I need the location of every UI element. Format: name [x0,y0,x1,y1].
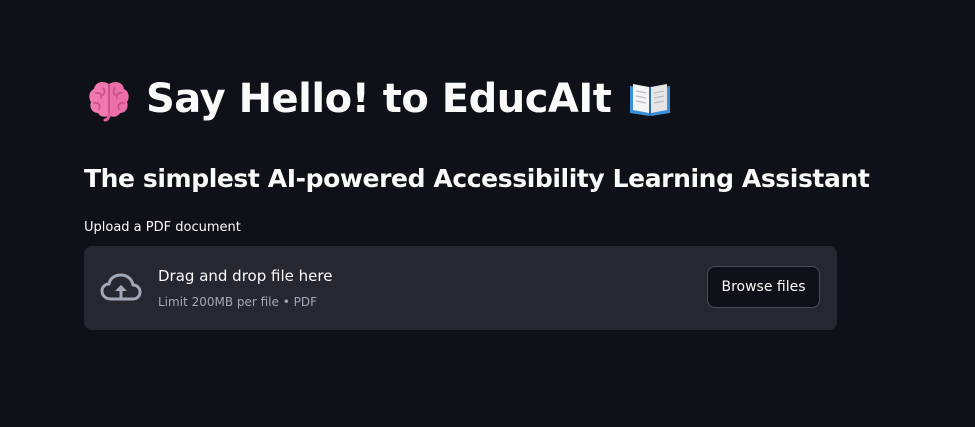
brain-emoji-icon [89,81,129,122]
open-book-emoji-icon [630,84,671,116]
dropzone-limit: Limit 200MB per file • PDF [158,295,317,309]
page-subtitle: The simplest AI-powered Accessibility Le… [84,164,870,193]
dropzone-instructions: Drag and drop file here [158,267,333,285]
app-page: Say Hello! to EducAIt The simplest AI-po… [0,0,975,427]
file-dropzone[interactable]: Drag and drop file here Limit 200MB per … [84,246,837,330]
page-title: Say Hello! to EducAIt [86,76,673,122]
upload-label: Upload a PDF document [84,220,241,235]
browse-files-button[interactable]: Browse files [707,266,820,308]
cloud-upload-icon [100,273,142,301]
page-title-text: Say Hello! to EducAIt [146,76,612,122]
